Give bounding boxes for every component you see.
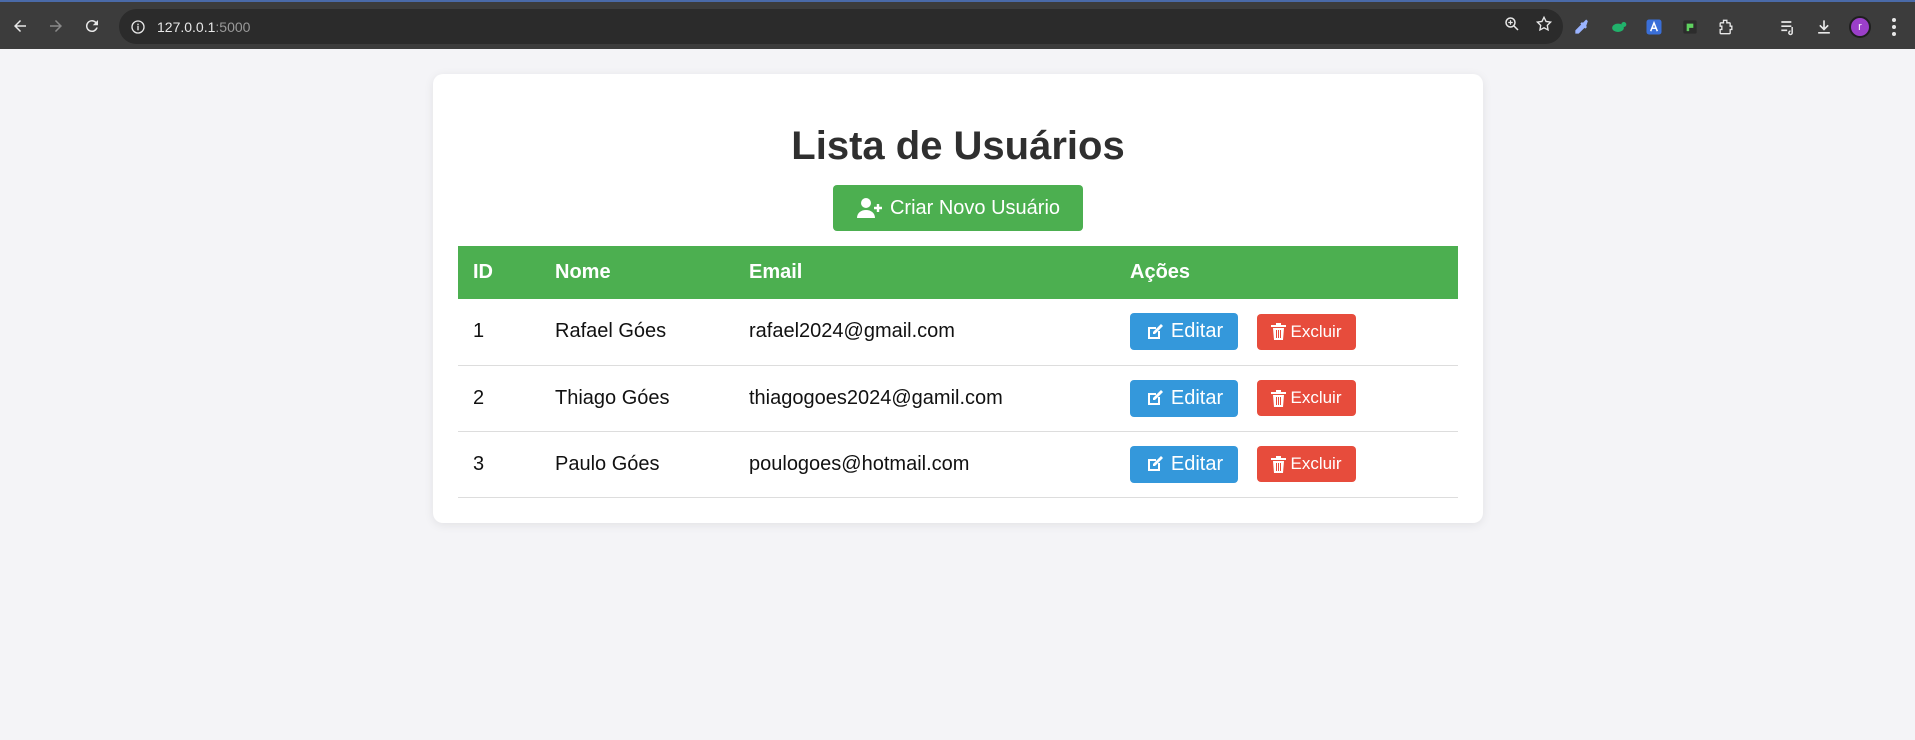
header-acoes: Ações [1130, 261, 1191, 283]
cell-email: poulogoes@hotmail.com [749, 452, 970, 475]
cell-nome: Rafael Góes [555, 320, 667, 343]
edit-label: Editar [1170, 386, 1224, 409]
edit-button[interactable]: Editar [1130, 445, 1238, 483]
browser-menu-icon[interactable] [1884, 15, 1904, 39]
table-row: 3 Paulo Góes poulogoes@hotmail.com Edita… [458, 431, 1458, 497]
back-button[interactable] [2, 8, 38, 44]
edit-label: Editar [1170, 452, 1224, 475]
edit-button[interactable]: Editar [1130, 379, 1238, 417]
reload-button[interactable] [74, 8, 110, 44]
users-card: Lista de Usuários Criar Novo Usuário ID … [433, 74, 1483, 523]
delete-button[interactable]: Excluir [1257, 446, 1356, 482]
download-icon[interactable] [1812, 15, 1836, 39]
page-title: Lista de Usuários [791, 124, 1125, 168]
delete-button[interactable]: Excluir [1257, 380, 1356, 416]
zoom-icon[interactable] [1503, 15, 1521, 38]
cell-actions: Editar Excluir [1115, 299, 1458, 365]
bookmark-star-icon[interactable] [1535, 15, 1553, 38]
puzzle-extensions-icon[interactable] [1714, 15, 1738, 39]
media-queue-icon[interactable] [1776, 15, 1800, 39]
edit-icon [1147, 323, 1163, 339]
delete-button[interactable]: Excluir [1257, 313, 1356, 350]
arrow-right-icon [50, 19, 62, 32]
url-host: 127.0.0.1 [157, 18, 216, 35]
eyedropper-extension-icon[interactable] [1570, 15, 1594, 39]
browser-toolbar: 127.0.0.1:5000 r [0, 0, 1915, 49]
translate-extension-icon[interactable] [1642, 15, 1666, 39]
edit-label: Editar [1170, 320, 1224, 343]
header-id: ID [473, 261, 493, 283]
cell-nome: Thiago Góes [555, 386, 670, 409]
trash-icon [1271, 389, 1287, 407]
profile-avatar[interactable]: r [1848, 15, 1872, 39]
user-plus-icon [856, 198, 882, 218]
edit-icon [1147, 456, 1163, 471]
users-table: ID Nome Email Ações 1 Rafael Góes rafael… [458, 246, 1458, 498]
delete-label: Excluir [1290, 454, 1342, 473]
trash-icon [1271, 323, 1287, 341]
green-extension-icon[interactable] [1678, 15, 1702, 39]
forward-button[interactable] [38, 8, 74, 44]
avatar: r [1849, 15, 1871, 38]
address-bar[interactable]: 127.0.0.1:5000 [119, 9, 1563, 44]
cell-nome: Paulo Góes [555, 452, 660, 475]
edit-button[interactable]: Editar [1130, 313, 1238, 351]
cell-email: thiagogoes2024@gamil.com [749, 386, 1003, 409]
edit-icon [1147, 390, 1163, 405]
cell-id: 2 [473, 386, 485, 409]
table-header-row: ID Nome Email Ações [458, 246, 1458, 299]
table-row: 1 Rafael Góes rafael2024@gmail.com Edita… [458, 299, 1458, 365]
table-row: 2 Thiago Góes thiagogoes2024@gamil.com E… [458, 365, 1458, 431]
cell-id: 3 [473, 452, 485, 475]
create-user-label: Criar Novo Usuário [889, 196, 1061, 219]
cell-id: 1 [473, 320, 485, 343]
create-user-button[interactable]: Criar Novo Usuário [833, 185, 1083, 231]
cell-actions: Editar Excluir [1115, 365, 1458, 431]
header-email: Email [749, 261, 803, 283]
turtle-extension-icon[interactable] [1606, 15, 1630, 39]
delete-label: Excluir [1290, 388, 1342, 407]
arrow-left-icon [14, 19, 26, 32]
reload-icon [85, 19, 98, 32]
cell-actions: Editar Excluir [1115, 431, 1458, 497]
site-info-icon[interactable] [129, 18, 147, 36]
trash-icon [1271, 455, 1287, 473]
url-port: :5000 [215, 18, 251, 35]
url-text: 127.0.0.1:5000 [157, 19, 250, 35]
extensions-area: r [1570, 9, 1904, 44]
cell-email: rafael2024@gmail.com [749, 320, 955, 343]
delete-label: Excluir [1290, 321, 1342, 341]
header-nome: Nome [555, 261, 611, 283]
